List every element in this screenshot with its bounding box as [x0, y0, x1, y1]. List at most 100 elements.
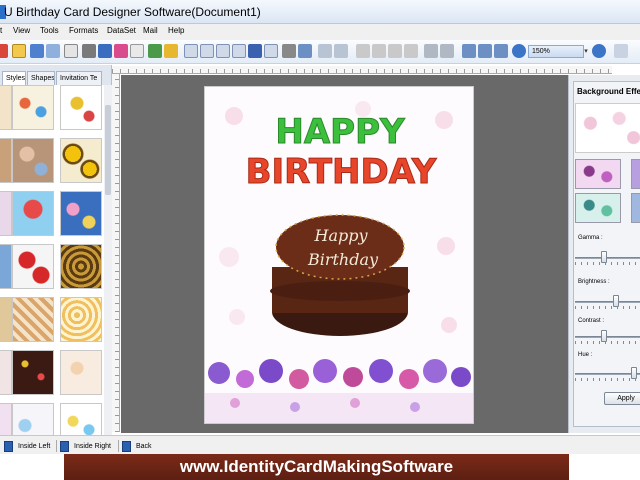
menu-item-tools[interactable]: Tools [40, 26, 59, 35]
website-url[interactable]: www.IdentityCardMakingSoftware [64, 457, 569, 477]
thumbnail[interactable] [0, 85, 12, 130]
email-icon[interactable] [248, 44, 262, 58]
thumbnail[interactable] [12, 297, 54, 342]
thumbnail[interactable] [12, 85, 54, 130]
paste-icon[interactable] [388, 44, 402, 58]
bring-front-icon[interactable] [424, 44, 438, 58]
print-icon[interactable] [82, 44, 96, 58]
thumbnail[interactable] [12, 350, 54, 395]
slider-track [575, 336, 640, 338]
menu-item-view[interactable]: View [13, 26, 30, 35]
flower [313, 359, 337, 383]
copy-icon[interactable] [130, 44, 144, 58]
tab-shapes[interactable]: Shapes [27, 71, 55, 85]
hue-slider[interactable] [575, 367, 640, 381]
cylinder-icon[interactable] [298, 44, 312, 58]
open-folder-icon[interactable] [12, 44, 26, 58]
send-back-icon[interactable] [440, 44, 454, 58]
save-as-icon[interactable] [46, 44, 60, 58]
effect-thumbnail[interactable] [631, 193, 640, 223]
window-title: U Birthday Card Designer Software(Docume… [4, 5, 261, 19]
page-navigation-bar: Inside Left Inside Right Back [0, 435, 640, 454]
thumbnail[interactable] [12, 244, 54, 289]
flower [290, 402, 300, 412]
menu-item-formats[interactable]: Formats [69, 26, 98, 35]
thumbnail[interactable] [0, 138, 12, 183]
thumbnail[interactable] [0, 350, 12, 395]
flower-border [205, 359, 473, 423]
image-icon[interactable] [164, 44, 178, 58]
barcode-icon[interactable] [264, 44, 278, 58]
pencil-icon[interactable] [148, 44, 162, 58]
zoom-out-icon[interactable] [592, 44, 606, 58]
flower [350, 398, 360, 408]
brightness-slider[interactable] [575, 295, 640, 309]
thumbnail[interactable] [60, 191, 102, 236]
panel-tabs: Styles Shapes Invitation Te [0, 71, 112, 85]
gamma-slider[interactable] [575, 251, 640, 265]
thumbnail[interactable] [12, 191, 54, 236]
actual-size-icon[interactable] [478, 44, 492, 58]
birthday-card-canvas[interactable]: HAPPY BIRTHDAY Happy Birthday [204, 86, 474, 424]
menu-item-help[interactable]: Help [168, 26, 184, 35]
back-page-button[interactable]: Back [122, 439, 152, 453]
wordart-icon[interactable] [200, 44, 214, 58]
exit-icon[interactable] [614, 44, 628, 58]
thumbnail[interactable] [60, 350, 102, 395]
slider-ticks [575, 262, 640, 265]
thumbnail[interactable] [12, 138, 54, 183]
thumbnail[interactable] [12, 403, 54, 435]
effect-thumbnail[interactable] [575, 159, 621, 189]
print-preview-icon[interactable] [98, 44, 112, 58]
grid-icon[interactable] [462, 44, 476, 58]
copy-object-icon[interactable] [372, 44, 386, 58]
menu-item-dataset[interactable]: DataSet [107, 26, 136, 35]
cut-icon[interactable] [356, 44, 370, 58]
thumbnail[interactable] [0, 244, 12, 289]
save-icon[interactable] [30, 44, 44, 58]
flower-ground [205, 393, 473, 423]
thumbnail[interactable] [60, 297, 102, 342]
flower [410, 402, 420, 412]
line-icon[interactable] [216, 44, 230, 58]
effect-thumbnail[interactable] [631, 159, 640, 189]
zoom-in-icon[interactable] [512, 44, 526, 58]
inside-right-page-button[interactable]: Inside Right [60, 439, 111, 453]
colors-icon[interactable] [114, 44, 128, 58]
menu-item-mail[interactable]: Mail [143, 26, 158, 35]
thumbnail[interactable] [0, 297, 12, 342]
thumbnail[interactable] [0, 191, 12, 236]
flower [230, 398, 240, 408]
thumbnail-scrollbar[interactable] [104, 85, 112, 435]
headline-happy: HAPPY [275, 112, 405, 152]
redo-icon[interactable] [334, 44, 348, 58]
scrollbar-thumb[interactable] [105, 105, 111, 195]
fit-window-icon[interactable] [494, 44, 508, 58]
database-icon[interactable] [282, 44, 296, 58]
tab-styles[interactable]: Styles [2, 71, 26, 85]
close-doc-icon[interactable] [0, 44, 8, 58]
effect-thumbnail[interactable] [575, 193, 621, 223]
thumbnail[interactable] [0, 403, 12, 435]
contrast-slider[interactable] [575, 330, 640, 344]
thumbnail[interactable] [60, 85, 102, 130]
slider-track [575, 257, 640, 259]
thumbnail[interactable] [60, 244, 102, 289]
thumbnail[interactable] [60, 138, 102, 183]
apply-button[interactable]: Apply [604, 392, 640, 405]
menu-item-edit[interactable]: t [0, 26, 2, 35]
undo-icon[interactable] [318, 44, 332, 58]
zoom-select[interactable]: 150% [528, 45, 584, 58]
delete-icon[interactable] [404, 44, 418, 58]
text-icon[interactable] [184, 44, 198, 58]
page-setup-icon[interactable] [64, 44, 78, 58]
chevron-down-icon[interactable]: ▾ [582, 45, 590, 58]
tab-invitation-templates[interactable]: Invitation Te [56, 71, 102, 85]
flower [451, 367, 471, 387]
signature-icon[interactable] [232, 44, 246, 58]
thumbnail[interactable] [60, 403, 102, 435]
page-icon [4, 440, 13, 452]
slider-track [575, 301, 640, 303]
slider-track [575, 373, 640, 375]
inside-left-page-button[interactable]: Inside Left [4, 439, 50, 453]
